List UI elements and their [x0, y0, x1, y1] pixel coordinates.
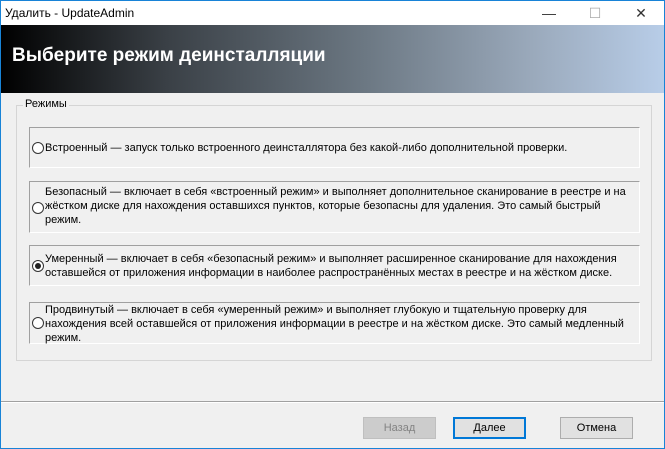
- mode-option-safe[interactable]: Безопасный — включает в себя «встроенный…: [29, 181, 640, 233]
- close-button[interactable]: ✕: [618, 1, 664, 25]
- mode-option-builtin[interactable]: Встроенный — запуск только встроенного д…: [29, 127, 640, 168]
- mode-option-moderate[interactable]: Умеренный — включает в себя «безопасный …: [29, 245, 640, 286]
- header-banner: Выберите режим деинсталляции: [1, 25, 664, 93]
- title-bar: Удалить - UpdateAdmin — ☐ ✕: [1, 1, 664, 25]
- radio-advanced[interactable]: [32, 317, 44, 329]
- maximize-button[interactable]: ☐: [572, 1, 618, 25]
- page-title: Выберите режим деинсталляции: [12, 45, 326, 66]
- back-button[interactable]: Назад: [363, 417, 436, 439]
- cancel-button[interactable]: Отмена: [560, 417, 633, 439]
- uninstall-dialog: Удалить - UpdateAdmin — ☐ ✕ Выберите реж…: [0, 0, 665, 449]
- radio-safe[interactable]: [32, 202, 44, 214]
- window-title: Удалить - UpdateAdmin: [5, 6, 135, 20]
- minimize-button[interactable]: —: [526, 1, 572, 25]
- modes-legend: Режимы: [23, 98, 69, 110]
- mode-label: Безопасный — включает в себя «встроенный…: [45, 186, 626, 226]
- radio-builtin[interactable]: [32, 142, 44, 154]
- footer-divider: [1, 401, 664, 403]
- radio-moderate[interactable]: [32, 260, 44, 272]
- mode-label: Умеренный — включает в себя «безопасный …: [45, 253, 617, 279]
- mode-option-advanced[interactable]: Продвинутый — включает в себя «умеренный…: [29, 302, 640, 344]
- next-button[interactable]: Далее: [453, 417, 526, 439]
- mode-label: Встроенный — запуск только встроенного д…: [45, 142, 568, 154]
- mode-label: Продвинутый — включает в себя «умеренный…: [45, 304, 624, 344]
